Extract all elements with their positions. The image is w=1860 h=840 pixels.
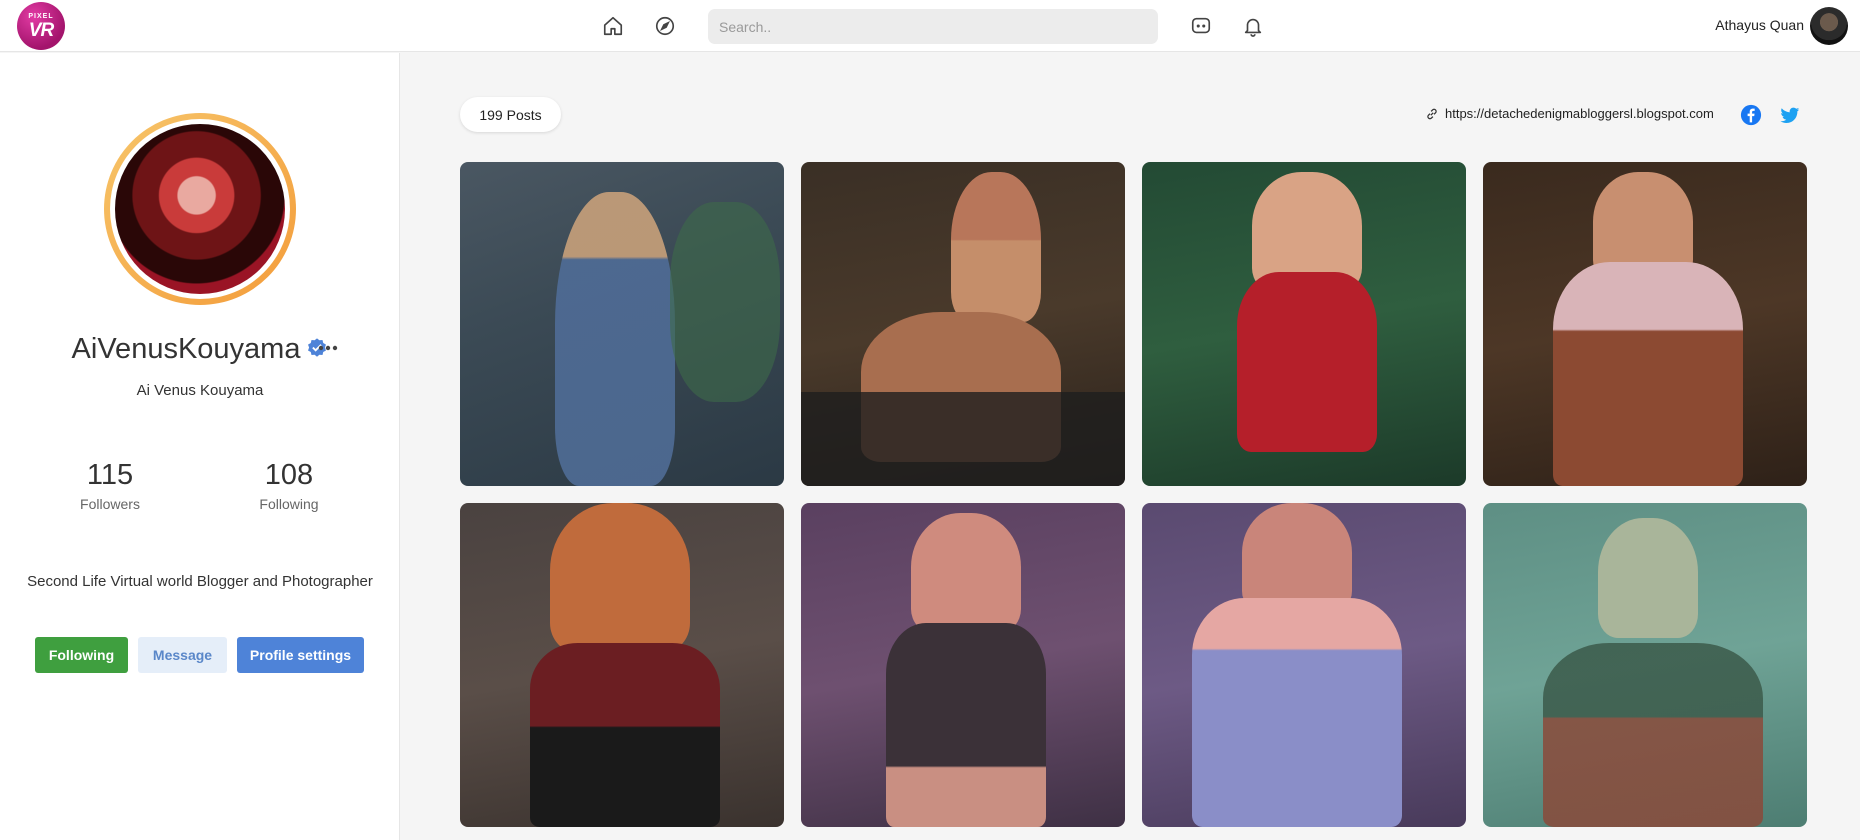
followers-count: 115 <box>86 459 134 491</box>
post-thumbnail[interactable] <box>1483 503 1807 827</box>
pixelvr-logo[interactable]: PIXEL VR <box>17 2 65 50</box>
profile-bio: Second Life Virtual world Blogger and Ph… <box>27 573 373 590</box>
home-icon[interactable] <box>600 13 626 39</box>
profile-sidebar: AiVenusKouyama Ai Venus Kouyama 115 Foll… <box>0 53 400 840</box>
following-label: Following <box>259 496 319 512</box>
post-thumbnail[interactable] <box>460 162 784 486</box>
followers-stat[interactable]: 115 Followers <box>35 459 185 512</box>
post-thumbnail[interactable] <box>1142 162 1466 486</box>
post-thumbnail[interactable] <box>801 162 1125 486</box>
following-button[interactable]: Following <box>35 637 128 673</box>
logo-text-main: VR <box>28 19 54 41</box>
profile-settings-button[interactable]: Profile settings <box>237 637 364 673</box>
post-thumbnail[interactable] <box>460 503 784 827</box>
twitter-icon[interactable] <box>1779 104 1801 126</box>
profile-avatar-frame <box>110 119 290 299</box>
search-input[interactable] <box>708 9 1158 44</box>
message-button[interactable]: Message <box>138 637 227 673</box>
bell-icon[interactable] <box>1240 13 1266 39</box>
more-options-icon[interactable] <box>317 341 341 357</box>
current-user-avatar[interactable] <box>1810 7 1848 45</box>
profile-display-name: AiVenusKouyama <box>71 333 301 365</box>
link-icon <box>1427 108 1437 119</box>
facebook-icon[interactable] <box>1740 104 1762 126</box>
profile-avatar-image <box>115 124 285 294</box>
post-thumbnail[interactable] <box>801 503 1125 827</box>
post-thumbnail[interactable] <box>1483 162 1807 486</box>
explore-compass-icon[interactable] <box>652 13 678 39</box>
chat-icon[interactable] <box>1188 13 1214 39</box>
top-navbar: PIXEL VR Athayus Quan <box>0 0 1860 52</box>
website-link[interactable]: https://detachedenigmabloggersl.blogspot… <box>1425 106 1714 121</box>
following-count: 108 <box>264 459 314 491</box>
followers-label: Followers <box>80 496 140 512</box>
profile-full-name: Ai Venus Kouyama <box>136 382 264 399</box>
current-user-name[interactable]: Athayus Quan <box>1715 17 1804 33</box>
website-url: https://detachedenigmabloggersl.blogspot… <box>1445 106 1714 121</box>
posts-count-badge: 199 Posts <box>460 97 561 132</box>
profile-avatar <box>104 113 296 305</box>
post-thumbnail[interactable] <box>1142 503 1466 827</box>
following-stat[interactable]: 108 Following <box>214 459 364 512</box>
